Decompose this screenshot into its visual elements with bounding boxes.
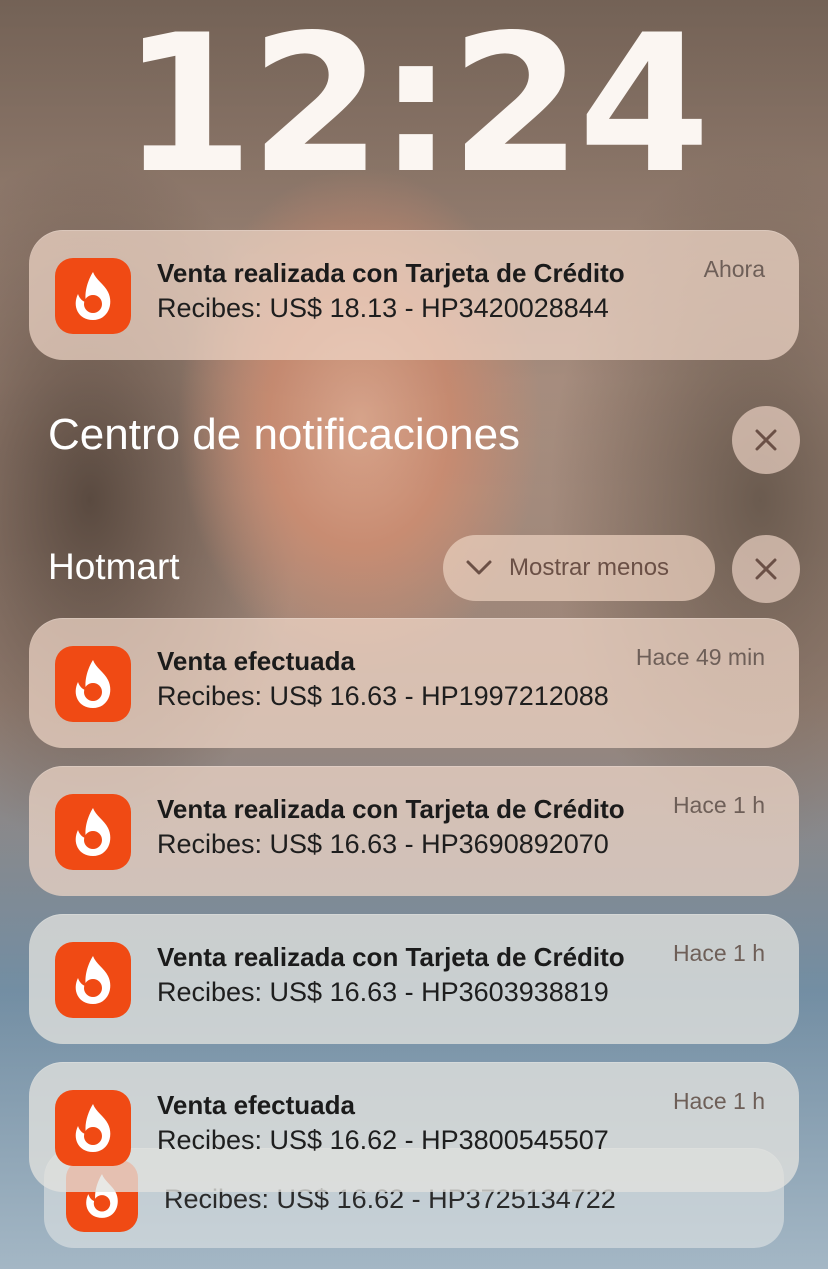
notification-card-3[interactable]: Venta realizada con Tarjeta de Crédito R… [29, 914, 799, 1044]
notification-body: Recibes: US$ 16.63 - HP3603938819 [157, 977, 609, 1007]
notification-body: Recibes: US$ 16.63 - HP1997212088 [157, 681, 609, 711]
notification-time: Hace 1 h [672, 1088, 765, 1114]
show-less-button[interactable]: Mostrar menos [443, 535, 715, 601]
lock-screen-clock: 12:24 [121, 0, 711, 215]
notification-time: Hace 1 h [672, 940, 765, 966]
notification-time: Hace 49 min [635, 644, 765, 670]
hotmart-flame-icon [55, 646, 131, 722]
notification-time: Ahora [703, 256, 765, 282]
notification-body: Recibes: US$ 16.62 - HP3800545507 [157, 1125, 609, 1155]
notification-title: Venta efectuada [157, 1090, 355, 1120]
notification-body: Recibes: US$ 18.13 - HP3420028844 [157, 293, 609, 323]
notification-card-2[interactable]: Venta realizada con Tarjeta de Crédito R… [29, 766, 799, 896]
group-app-name: Hotmart [48, 546, 180, 587]
hotmart-flame-icon [55, 258, 131, 334]
close-icon [755, 558, 777, 580]
show-less-label: Mostrar menos [509, 554, 670, 581]
hotmart-flame-icon [55, 1090, 131, 1166]
notification-title: Venta realizada con Tarjeta de Crédito [157, 258, 625, 288]
hotmart-flame-icon [55, 794, 131, 870]
clear-all-button[interactable] [732, 406, 800, 474]
chevron-down-icon [466, 560, 492, 575]
notification-title: Venta realizada con Tarjeta de Crédito [157, 942, 625, 972]
notification-title: Venta efectuada [157, 646, 355, 676]
hotmart-flame-icon [55, 942, 131, 1018]
notification-time: Hace 1 h [672, 792, 765, 818]
notification-body: Recibes: US$ 16.63 - HP3690892070 [157, 829, 609, 859]
notification-card-1[interactable]: Venta efectuada Recibes: US$ 16.63 - HP1… [29, 618, 799, 748]
notification-card-4[interactable]: Venta efectuada Recibes: US$ 16.62 - HP3… [29, 1062, 799, 1192]
close-icon [755, 429, 777, 451]
clear-group-button[interactable] [732, 535, 800, 603]
notification-title: Venta realizada con Tarjeta de Crédito [157, 794, 625, 824]
notification-card-top[interactable]: Venta realizada con Tarjeta de Crédito R… [29, 230, 799, 360]
notification-center-title: Centro de notificaciones [48, 410, 521, 459]
